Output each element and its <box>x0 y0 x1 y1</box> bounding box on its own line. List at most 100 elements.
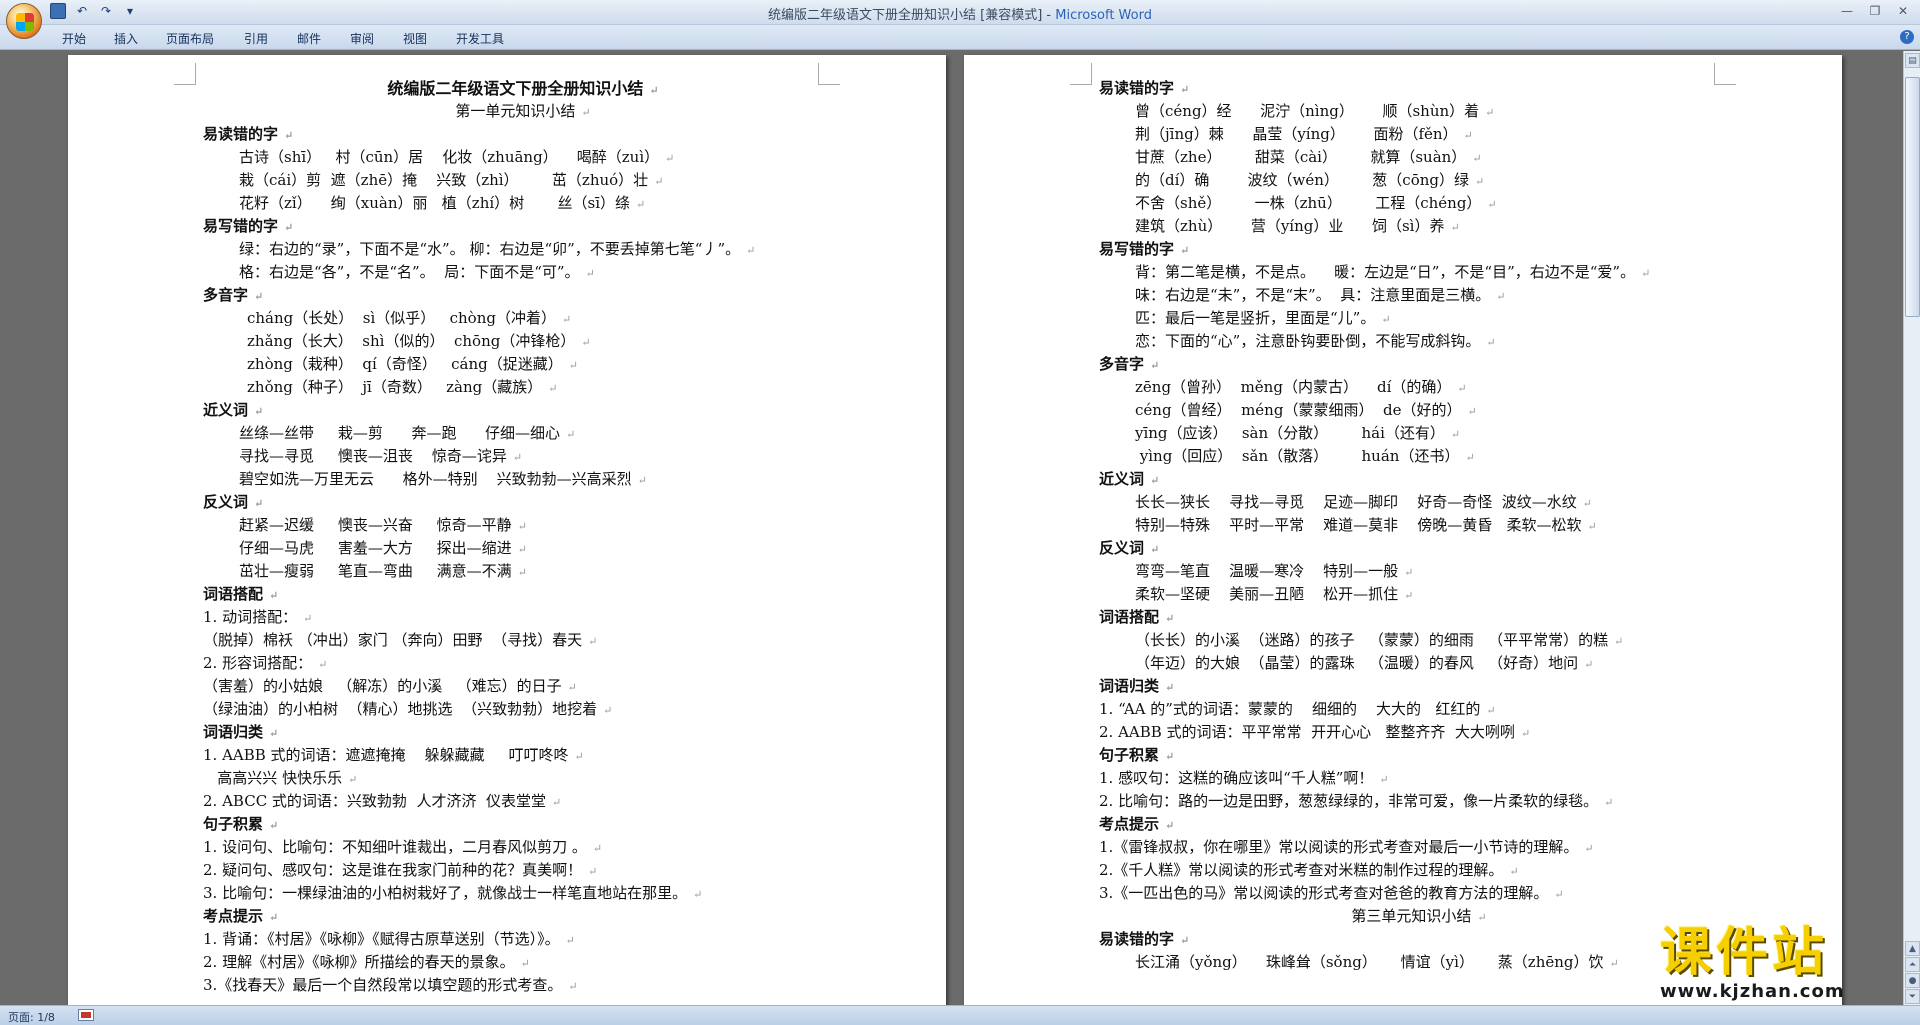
vertical-scrollbar[interactable]: ▤ ▲ ⏶ ● ⏷ <box>1903 51 1920 1005</box>
section-heading[interactable]: 考点提示 ↵ <box>203 905 843 928</box>
text-line[interactable]: 绿：右边的“录”，下面不是“水”。 柳：右边是“卯”，不要丢掉第七笔“丿”。 ↵ <box>203 238 843 261</box>
help-icon[interactable]: ? <box>1900 30 1914 44</box>
text-line[interactable]: 2. ABCC 式的词语：兴致勃勃 人才济济 仪表堂堂 ↵ <box>203 790 843 813</box>
tab-home[interactable]: 开始 <box>62 30 86 47</box>
tab-insert[interactable]: 插入 <box>114 30 138 47</box>
section-heading[interactable]: 第一单元知识小结 ↵ <box>203 100 843 123</box>
section-heading[interactable]: 句子积累 ↵ <box>1099 744 1739 767</box>
scrollbar-thumb[interactable] <box>1905 77 1920 317</box>
text-line[interactable]: 不舍（shě） 一株（zhū） 工程（chéng） ↵ <box>1099 192 1739 215</box>
tab-mailings[interactable]: 邮件 <box>297 30 321 47</box>
text-line[interactable]: 2. 理解《村居》《咏柳》所描绘的春天的景象。 ↵ <box>203 951 843 974</box>
text-line[interactable]: 曾（céng）经 泥泞（nìng） 顺（shùn）着 ↵ <box>1099 100 1739 123</box>
text-line[interactable]: 匹：最后一笔是竖折，里面是“儿”。 ↵ <box>1099 307 1739 330</box>
scroll-up-icon[interactable]: ▲ <box>1905 941 1920 956</box>
page-indicator[interactable]: 页面: 1/8 <box>8 1009 55 1025</box>
text-line[interactable]: 1. “AA 的”式的词语：蒙蒙的 细细的 大大的 红红的 ↵ <box>1099 698 1739 721</box>
page-1-content[interactable]: 统编版二年级语文下册全册知识小结 ↵ 第一单元知识小结 ↵ 易读错的字 ↵ 古诗（shī） … <box>203 77 843 997</box>
section-heading[interactable]: 多音字 ↵ <box>1099 353 1739 376</box>
text-line[interactable]: zhǒng（种子） jī（奇数） zàng（藏族） ↵ <box>203 376 843 399</box>
section-heading[interactable]: 易读错的字 ↵ <box>203 123 843 146</box>
text-line[interactable]: cháng（长处） sì（似乎） chòng（冲着） ↵ <box>203 307 843 330</box>
ruler-toggle-icon[interactable]: ▤ <box>1905 53 1920 68</box>
browse-object-icon[interactable]: ● <box>1905 973 1920 988</box>
text-line[interactable]: （脱掉）棉袄 （冲出）家门 （奔向）田野 （寻找）春天 ↵ <box>203 629 843 652</box>
text-line[interactable]: 柔软—坚硬 美丽—丑陋 松开—抓住 ↵ <box>1099 583 1739 606</box>
section-heading[interactable]: 易写错的字 ↵ <box>1099 238 1739 261</box>
text-line[interactable]: 仔细—马虎 害羞—大方 探出—缩进 ↵ <box>203 537 843 560</box>
text-line[interactable]: céng（曾经） méng（蒙蒙细雨） de（好的） ↵ <box>1099 399 1739 422</box>
document-page-1[interactable]: 统编版二年级语文下册全册知识小结 ↵ 第一单元知识小结 ↵ 易读错的字 ↵ 古诗（shī） … <box>68 55 946 1005</box>
section-heading[interactable]: 句子积累 ↵ <box>203 813 843 836</box>
text-line[interactable]: 建筑（zhù） 营（yíng）业 饲（sì）养 ↵ <box>1099 215 1739 238</box>
text-line[interactable]: 高高兴兴 快快乐乐 ↵ <box>203 767 843 790</box>
text-line[interactable]: 1. 设问句、比喻句：不知细叶谁裁出，二月春风似剪刀 。 ↵ <box>203 836 843 859</box>
section-heading[interactable]: 近义词 ↵ <box>203 399 843 422</box>
text-line[interactable]: 1. 感叹句：这糕的确应该叫“千人糕”啊！ ↵ <box>1099 767 1739 790</box>
text-line[interactable]: 格：右边是“各”，不是“名”。 局：下面不是“可”。 ↵ <box>203 261 843 284</box>
close-icon[interactable]: ✕ <box>1890 2 1916 20</box>
text-line[interactable]: 赶紧—迟缓 懊丧—兴奋 惊奇—平静 ↵ <box>203 514 843 537</box>
text-line[interactable]: 甘蔗（zhe） 甜菜（cài） 就算（suàn） ↵ <box>1099 146 1739 169</box>
tab-review[interactable]: 审阅 <box>350 30 374 47</box>
text-line[interactable]: （长长）的小溪 （迷路）的孩子 （蒙蒙）的细雨 （平平常常）的糕 ↵ <box>1099 629 1739 652</box>
text-line[interactable]: 3.《找春天》最后一个自然段常以填空题的形式考查。 ↵ <box>203 974 843 997</box>
text-line[interactable]: yìng（回应） sǎn（散落） huán（还书） ↵ <box>1099 445 1739 468</box>
text-line[interactable]: 栽（cái）剪 遮（zhē）掩 兴致（zhì） 茁（zhuó）壮 ↵ <box>203 169 843 192</box>
text-line[interactable]: 特别—特殊 平时—平常 难道—莫非 傍晚—黄昏 柔软—松软 ↵ <box>1099 514 1739 537</box>
text-line[interactable]: 丝绦—丝带 栽—剪 奔—跑 仔细—细心 ↵ <box>203 422 843 445</box>
section-heading[interactable]: 考点提示 ↵ <box>1099 813 1739 836</box>
tab-developer[interactable]: 开发工具 <box>456 30 504 47</box>
text-line[interactable]: 味：右边是“未”，不是“末”。 具：注意里面是三横。 ↵ <box>1099 284 1739 307</box>
minimize-icon[interactable]: — <box>1834 2 1860 20</box>
text-line[interactable]: 3.《一匹出色的马》常以阅读的形式考查对爸爸的教育方法的理解。 ↵ <box>1099 882 1739 905</box>
section-heading[interactable]: 反义词 ↵ <box>1099 537 1739 560</box>
section-heading[interactable]: 词语归类 ↵ <box>1099 675 1739 698</box>
text-line[interactable]: 2. 疑问句、感叹句：这是谁在我家门前种的花？真美啊！ ↵ <box>203 859 843 882</box>
section-heading[interactable]: 统编版二年级语文下册全册知识小结 ↵ <box>203 77 843 100</box>
text-line[interactable]: 古诗（shī） 村（cūn）居 化妆（zhuāng） 喝醉（zuì） ↵ <box>203 146 843 169</box>
document-page-2[interactable]: 易读错的字 ↵ 曾（céng）经 泥泞（nìng） 顺（shùn）着 ↵ 荆（jīng）… <box>964 55 1842 1005</box>
text-line[interactable]: zēng（曾孙） měng（内蒙古） dí（的确） ↵ <box>1099 376 1739 399</box>
previous-page-icon[interactable]: ⏶ <box>1905 957 1920 972</box>
text-line[interactable]: 长长—狭长 寻找—寻觅 足迹—脚印 好奇—奇怪 波纹—水纹 ↵ <box>1099 491 1739 514</box>
text-line[interactable]: 背：第二笔是横，不是点。 暖：左边是“日”，不是“目”，右边不是“爱”。 ↵ <box>1099 261 1739 284</box>
text-line[interactable]: （害羞）的小姑娘 （解冻）的小溪 （难忘）的日子 ↵ <box>203 675 843 698</box>
text-line[interactable]: 1. 背诵：《村居》《咏柳》《赋得古原草送别（节选）》。 ↵ <box>203 928 843 951</box>
text-line[interactable]: 1. AABB 式的词语：遮遮掩掩 躲躲藏藏 叮叮咚咚 ↵ <box>203 744 843 767</box>
text-line[interactable]: 茁壮—瘦弱 笔直—弯曲 满意—不满 ↵ <box>203 560 843 583</box>
text-line[interactable]: 花籽（zǐ） 绚（xuàn）丽 植（zhí）树 丝（sī）绦 ↵ <box>203 192 843 215</box>
text-line[interactable]: zhòng（栽种） qí（奇怪） cáng（捉迷藏） ↵ <box>203 353 843 376</box>
text-line[interactable]: yīng（应该） sàn（分散） hái（还有） ↵ <box>1099 422 1739 445</box>
tab-page-layout[interactable]: 页面布局 <box>166 30 214 47</box>
text-line[interactable]: 2.《千人糕》常以阅读的形式考查对米糕的制作过程的理解。 ↵ <box>1099 859 1739 882</box>
page-2-content[interactable]: 易读错的字 ↵ 曾（céng）经 泥泞（nìng） 顺（shùn）着 ↵ 荆（jīng）… <box>1099 77 1739 974</box>
section-heading[interactable]: 易写错的字 ↵ <box>203 215 843 238</box>
office-button[interactable] <box>6 3 42 39</box>
text-line[interactable]: 的（dí）确 波纹（wén） 葱（cōng）绿 ↵ <box>1099 169 1739 192</box>
section-heading[interactable]: 易读错的字 ↵ <box>1099 928 1739 951</box>
section-heading[interactable]: 词语归类 ↵ <box>203 721 843 744</box>
next-page-icon[interactable]: ⏷ <box>1905 989 1920 1004</box>
section-heading[interactable]: 多音字 ↵ <box>203 284 843 307</box>
text-line[interactable]: 恋：下面的“心”，注意卧钩要卧倒，不能写成斜钩。 ↵ <box>1099 330 1739 353</box>
text-line[interactable]: （绿油油）的小柏树 （精心）地挑选 （兴致勃勃）地挖着 ↵ <box>203 698 843 721</box>
text-line[interactable]: 2. AABB 式的词语：平平常常 开开心心 整整齐齐 大大咧咧 ↵ <box>1099 721 1739 744</box>
tab-references[interactable]: 引用 <box>244 30 268 47</box>
section-heading[interactable]: 近义词 ↵ <box>1099 468 1739 491</box>
section-heading[interactable]: 反义词 ↵ <box>203 491 843 514</box>
maximize-icon[interactable]: ❐ <box>1862 2 1888 20</box>
text-line[interactable]: 荆（jīng）棘 晶莹（yíng） 面粉（fěn） ↵ <box>1099 123 1739 146</box>
text-line[interactable]: （年迈）的大娘 （晶莹）的露珠 （温暖）的春风 （好奇）地问 ↵ <box>1099 652 1739 675</box>
section-heading[interactable]: 第三单元知识小结 ↵ <box>1099 905 1739 928</box>
text-line[interactable]: 寻找—寻觅 懊丧—沮丧 惊奇—诧异 ↵ <box>203 445 843 468</box>
text-line[interactable]: 1.《雷锋叔叔，你在哪里》常以阅读的形式考查对最后一小节诗的理解。 ↵ <box>1099 836 1739 859</box>
text-line[interactable]: 1. 动词搭配： ↵ <box>203 606 843 629</box>
text-line[interactable]: 3. 比喻句：一棵绿油油的小柏树栽好了，就像战士一样笔直地站在那里。 ↵ <box>203 882 843 905</box>
text-line[interactable]: zhǎng（长大） shì（似的） chōng（冲锋枪） ↵ <box>203 330 843 353</box>
spelling-check-icon[interactable] <box>78 1009 94 1021</box>
text-line[interactable]: 2. 比喻句：路的一边是田野，葱葱绿绿的，非常可爱，像一片柔软的绿毯。 ↵ <box>1099 790 1739 813</box>
text-line[interactable]: 碧空如洗—万里无云 格外—特别 兴致勃勃—兴高采烈 ↵ <box>203 468 843 491</box>
section-heading[interactable]: 词语搭配 ↵ <box>203 583 843 606</box>
text-line[interactable]: 弯弯—笔直 温暖—寒冷 特别—一般 ↵ <box>1099 560 1739 583</box>
